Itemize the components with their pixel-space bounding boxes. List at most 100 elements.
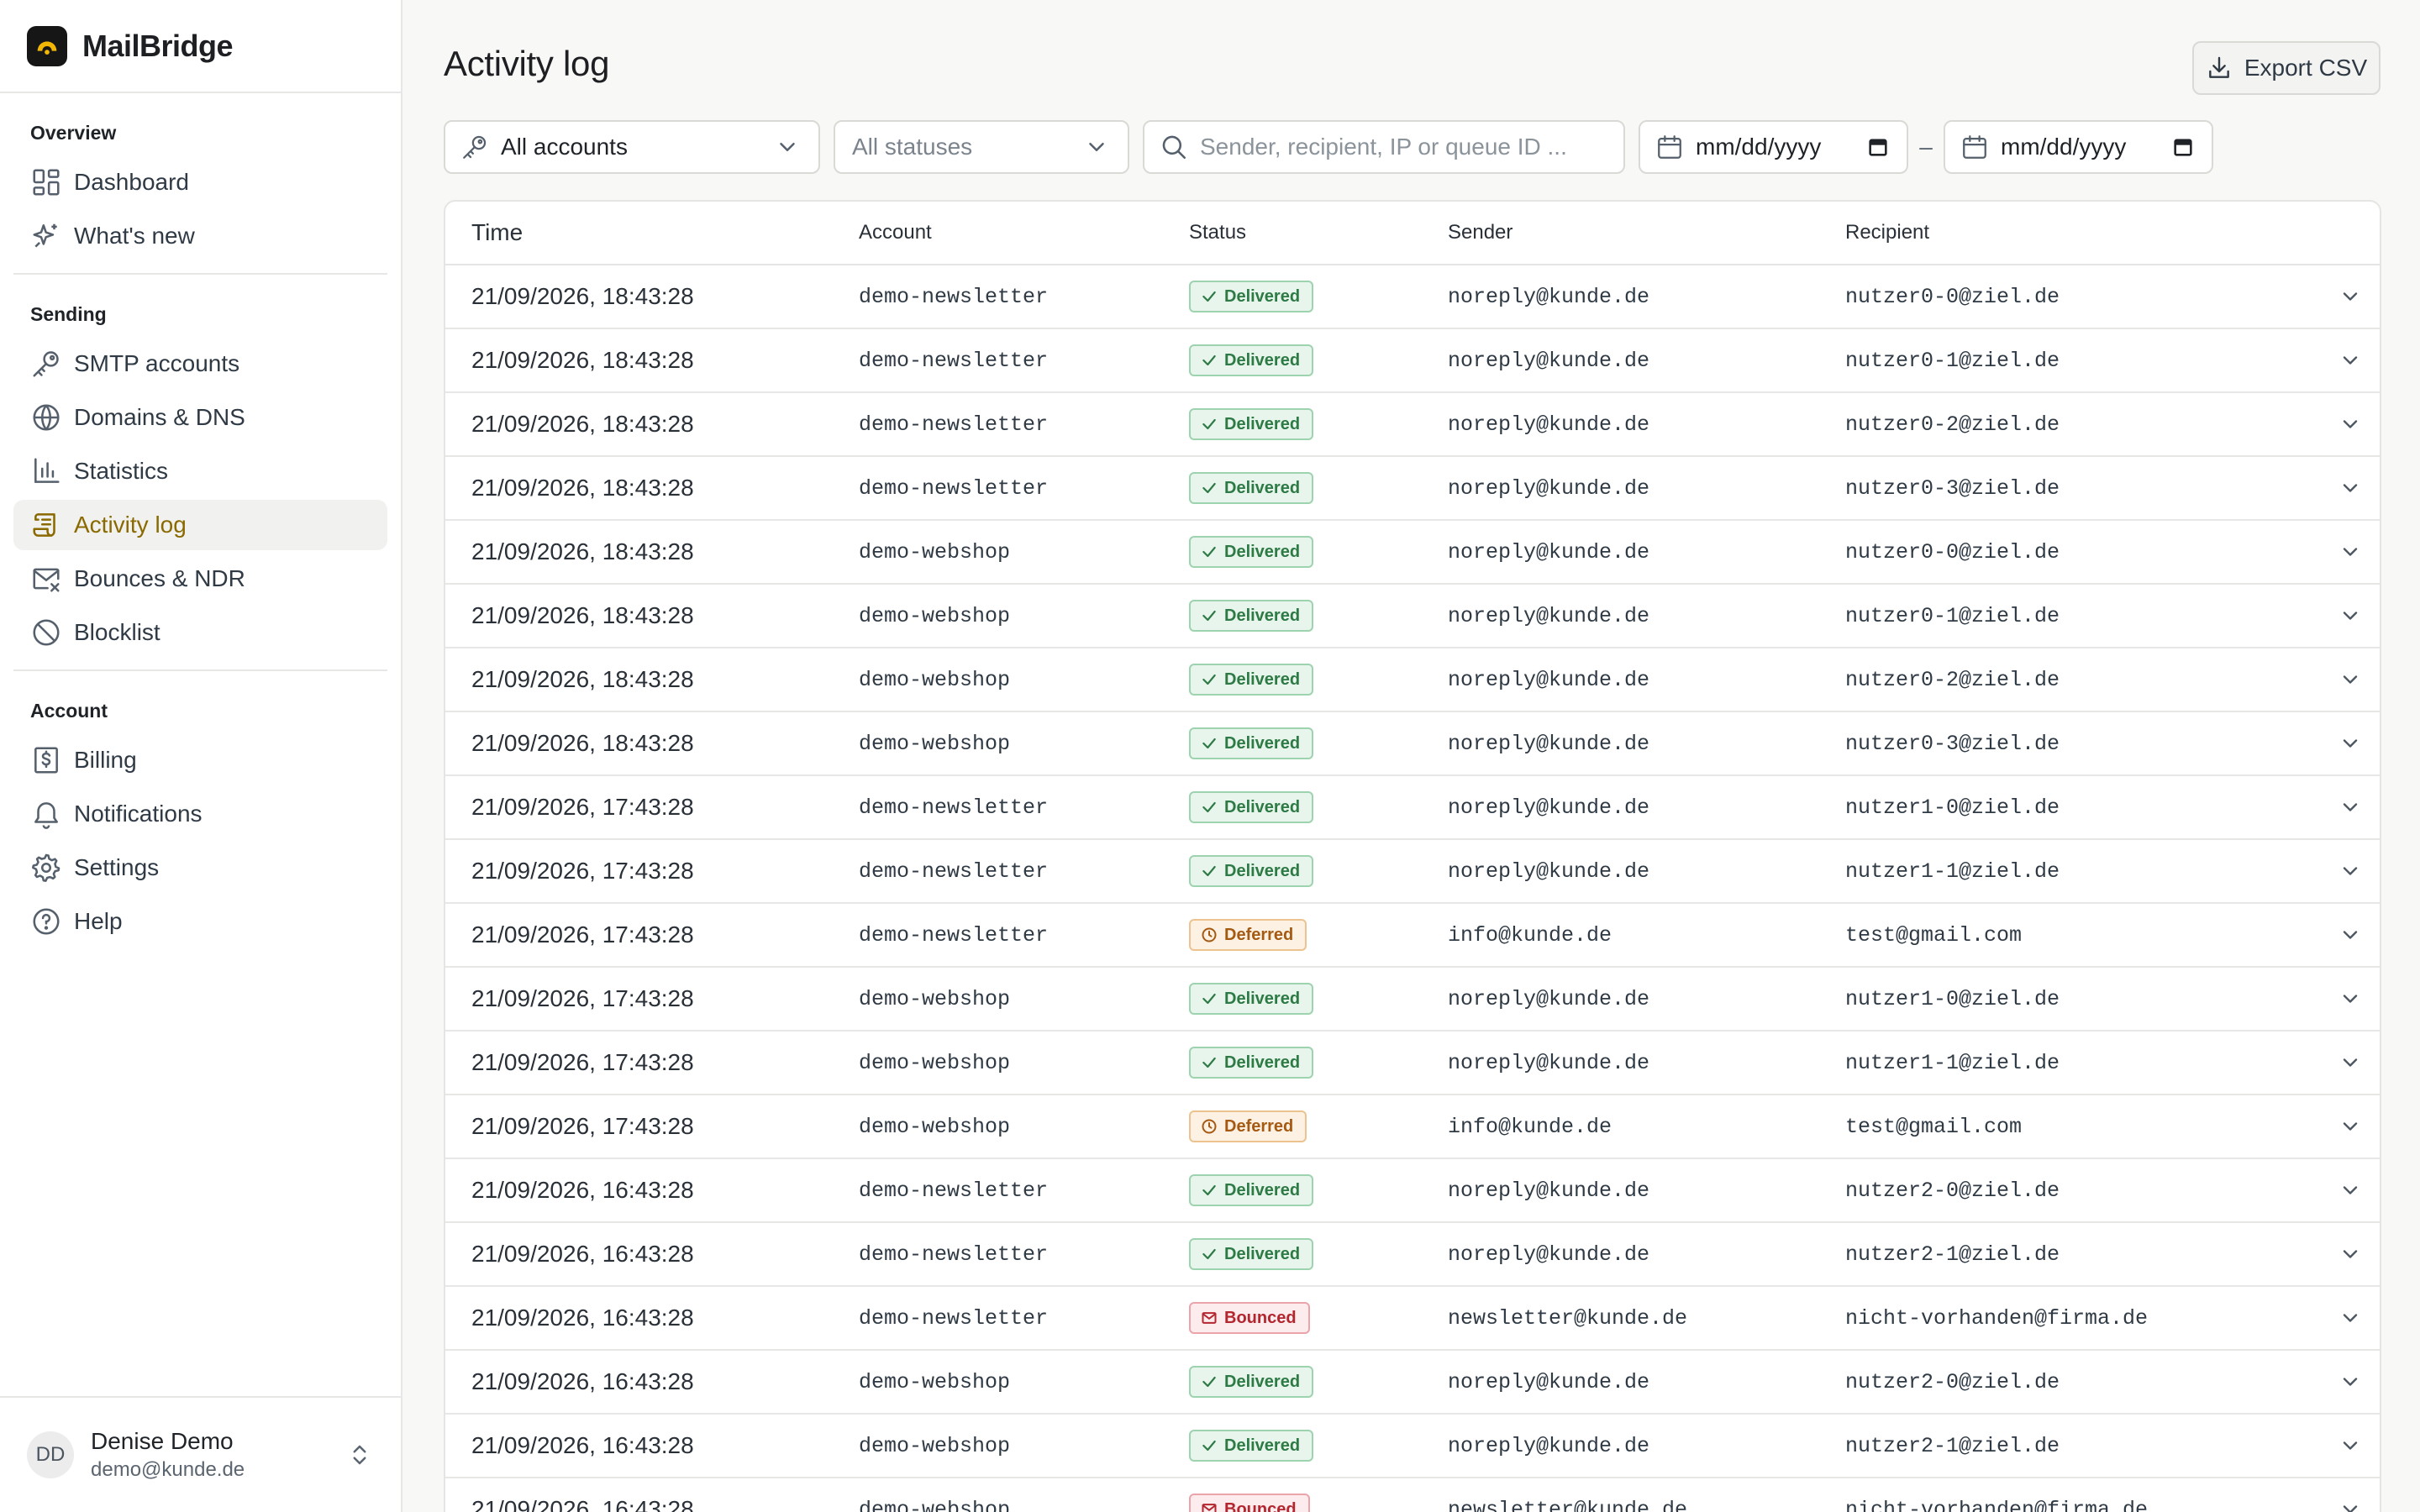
expand-row-button[interactable] bbox=[2321, 1434, 2380, 1457]
cell-account: demo-webshop bbox=[859, 1114, 1011, 1139]
status-badge: Delivered bbox=[1189, 1174, 1314, 1206]
expand-row-button[interactable] bbox=[2321, 285, 2380, 308]
expand-row-button[interactable] bbox=[2321, 668, 2380, 691]
sidebar-item-smtp-accounts[interactable]: SMTP accounts bbox=[13, 339, 387, 389]
expand-row-button[interactable] bbox=[2321, 987, 2380, 1011]
sidebar-item-help[interactable]: Help bbox=[13, 896, 387, 947]
status-badge: Delivered bbox=[1189, 983, 1314, 1015]
expand-row-button[interactable] bbox=[2321, 476, 2380, 500]
table-row[interactable]: 21/09/2026, 16:43:28 demo-newsletter Bounc… bbox=[445, 1287, 2380, 1351]
column-header-time[interactable]: Time bbox=[445, 219, 859, 246]
table-row[interactable]: 21/09/2026, 18:43:28 demo-newsletter Deliv… bbox=[445, 265, 2380, 329]
sidebar-item-whats-new[interactable]: What's new bbox=[13, 211, 387, 261]
expand-row-button[interactable] bbox=[2321, 1115, 2380, 1138]
chevron-down-icon bbox=[2338, 604, 2362, 627]
nav-heading: Sending bbox=[30, 303, 107, 325]
table-row[interactable]: 21/09/2026, 17:43:28 demo-webshop Delivere… bbox=[445, 1032, 2380, 1095]
cell-recipient: nutzer0-3@ziel.de bbox=[1845, 475, 2060, 501]
expand-row-button[interactable] bbox=[2321, 1498, 2380, 1512]
chevron-down-icon bbox=[2338, 987, 2362, 1011]
search-input[interactable]: Sender, recipient, IP or queue ID ... bbox=[1143, 120, 1625, 174]
cell-time: 21/09/2026, 18:43:28 bbox=[471, 475, 694, 501]
expand-row-button[interactable] bbox=[2321, 412, 2380, 436]
sidebar-item-settings[interactable]: Settings bbox=[13, 843, 387, 893]
sidebar-item-dashboard[interactable]: Dashboard bbox=[13, 157, 387, 207]
cell-recipient: test@gmail.com bbox=[1845, 922, 2023, 948]
export-csv-label: Export CSV bbox=[2244, 55, 2368, 81]
table-row[interactable]: 21/09/2026, 16:43:28 demo-webshop Delivere… bbox=[445, 1415, 2380, 1478]
sidebar-item-billing[interactable]: Billing bbox=[13, 735, 387, 785]
expand-row-button[interactable] bbox=[2321, 1051, 2380, 1074]
cell-status: Bounced bbox=[1189, 1302, 1448, 1334]
expand-row-button[interactable] bbox=[2321, 1370, 2380, 1394]
table-row[interactable]: 21/09/2026, 18:43:28 demo-webshop Delivere… bbox=[445, 648, 2380, 712]
table-row[interactable]: 21/09/2026, 18:43:28 demo-webshop Delivere… bbox=[445, 712, 2380, 776]
expand-row-button[interactable] bbox=[2321, 349, 2380, 372]
expand-row-button[interactable] bbox=[2321, 1179, 2380, 1202]
column-header-account[interactable]: Account bbox=[859, 221, 1189, 244]
table-row[interactable]: 21/09/2026, 18:43:28 demo-newsletter Deliv… bbox=[445, 393, 2380, 457]
table-row[interactable]: 21/09/2026, 17:43:28 demo-newsletter Deliv… bbox=[445, 840, 2380, 904]
status-badge: Bounced bbox=[1189, 1494, 1310, 1512]
export-csv-button[interactable]: Export CSV bbox=[2192, 41, 2381, 95]
sidebar-item-activity-log[interactable]: Activity log bbox=[13, 500, 387, 550]
table-row[interactable]: 21/09/2026, 16:43:28 demo-newsletter Deliv… bbox=[445, 1223, 2380, 1287]
cell-sender: noreply@kunde.de bbox=[1448, 986, 1650, 1011]
date-to-input[interactable]: mm/dd/yyyy bbox=[1944, 120, 2213, 174]
cell-account: demo-newsletter bbox=[859, 1178, 1049, 1203]
table-row[interactable]: 21/09/2026, 16:43:28 demo-webshop Bounced n… bbox=[445, 1478, 2380, 1512]
table-row[interactable]: 21/09/2026, 16:43:28 demo-webshop Delivere… bbox=[445, 1351, 2380, 1415]
sidebar-item-blocklist[interactable]: Blocklist bbox=[13, 607, 387, 658]
table-row[interactable]: 21/09/2026, 17:43:28 demo-webshop Deferred… bbox=[445, 1095, 2380, 1159]
sidebar-item-domains-dns[interactable]: Domains & DNS bbox=[13, 392, 387, 443]
calendar-picker-icon[interactable] bbox=[2171, 135, 2195, 159]
expand-row-button[interactable] bbox=[2321, 923, 2380, 947]
status-filter-select[interactable]: All statuses bbox=[834, 120, 1129, 174]
cell-time: 21/09/2026, 18:43:28 bbox=[471, 666, 694, 692]
cell-time: 21/09/2026, 18:43:28 bbox=[471, 347, 694, 373]
table-row[interactable]: 21/09/2026, 18:43:28 demo-newsletter Deliv… bbox=[445, 329, 2380, 393]
table-row[interactable]: 21/09/2026, 17:43:28 demo-newsletter Defer… bbox=[445, 904, 2380, 968]
table-row[interactable]: 21/09/2026, 18:43:28 demo-webshop Delivere… bbox=[445, 585, 2380, 648]
column-header-sender[interactable]: Sender bbox=[1448, 221, 1845, 244]
cell-recipient: nutzer0-1@ziel.de bbox=[1845, 348, 2060, 373]
brand[interactable]: MailBridge bbox=[0, 0, 401, 93]
expand-row-button[interactable] bbox=[2321, 1242, 2380, 1266]
date-to-value: mm/dd/yyyy bbox=[2001, 134, 2127, 160]
expand-row-button[interactable] bbox=[2321, 540, 2380, 564]
table-row[interactable]: 21/09/2026, 16:43:28 demo-newsletter Deliv… bbox=[445, 1159, 2380, 1223]
expand-row-button[interactable] bbox=[2321, 604, 2380, 627]
chevron-up-down-icon[interactable] bbox=[347, 1442, 372, 1467]
main-content: Activity log Export CSV All accounts All… bbox=[404, 0, 2420, 1512]
cell-sender: noreply@kunde.de bbox=[1448, 348, 1650, 373]
expand-row-button[interactable] bbox=[2321, 1306, 2380, 1330]
cell-status: Delivered bbox=[1189, 727, 1448, 759]
table-row[interactable]: 21/09/2026, 18:43:28 demo-webshop Delivere… bbox=[445, 521, 2380, 585]
sidebar-item-statistics[interactable]: Statistics bbox=[13, 446, 387, 496]
status-filter-value: All statuses bbox=[852, 134, 973, 160]
column-header-status[interactable]: Status bbox=[1189, 221, 1448, 244]
date-from-input[interactable]: mm/dd/yyyy bbox=[1639, 120, 1908, 174]
status-label: Delivered bbox=[1224, 1244, 1301, 1263]
account-filter-select[interactable]: All accounts bbox=[444, 120, 820, 174]
calendar-picker-icon[interactable] bbox=[1866, 135, 1890, 159]
cell-status: Delivered bbox=[1189, 1047, 1448, 1079]
expand-row-button[interactable] bbox=[2321, 859, 2380, 883]
sidebar-item-bounces-ndr[interactable]: Bounces & NDR bbox=[13, 554, 387, 604]
column-header-recipient[interactable]: Recipient bbox=[1845, 221, 2321, 244]
sidebar-item-label: SMTP accounts bbox=[74, 350, 240, 376]
table-row[interactable]: 21/09/2026, 17:43:28 demo-newsletter Deliv… bbox=[445, 776, 2380, 840]
expand-row-button[interactable] bbox=[2321, 795, 2380, 819]
cell-time: 21/09/2026, 16:43:28 bbox=[471, 1305, 694, 1331]
user-menu[interactable]: DD Denise Demo demo@kunde.de bbox=[0, 1396, 401, 1512]
chevron-down-icon bbox=[2338, 349, 2362, 372]
expand-row-button[interactable] bbox=[2321, 732, 2380, 755]
table-body: 21/09/2026, 18:43:28 demo-newsletter Deliv… bbox=[445, 265, 2380, 1512]
cell-recipient: nutzer0-2@ziel.de bbox=[1845, 412, 2060, 437]
table-row[interactable]: 21/09/2026, 17:43:28 demo-webshop Delivere… bbox=[445, 968, 2380, 1032]
clock-icon bbox=[1201, 927, 1218, 943]
sidebar-item-notifications[interactable]: Notifications bbox=[13, 789, 387, 839]
sidebar-item-label: Activity log bbox=[74, 512, 187, 538]
status-label: Delivered bbox=[1224, 478, 1301, 497]
table-row[interactable]: 21/09/2026, 18:43:28 demo-newsletter Deliv… bbox=[445, 457, 2380, 521]
